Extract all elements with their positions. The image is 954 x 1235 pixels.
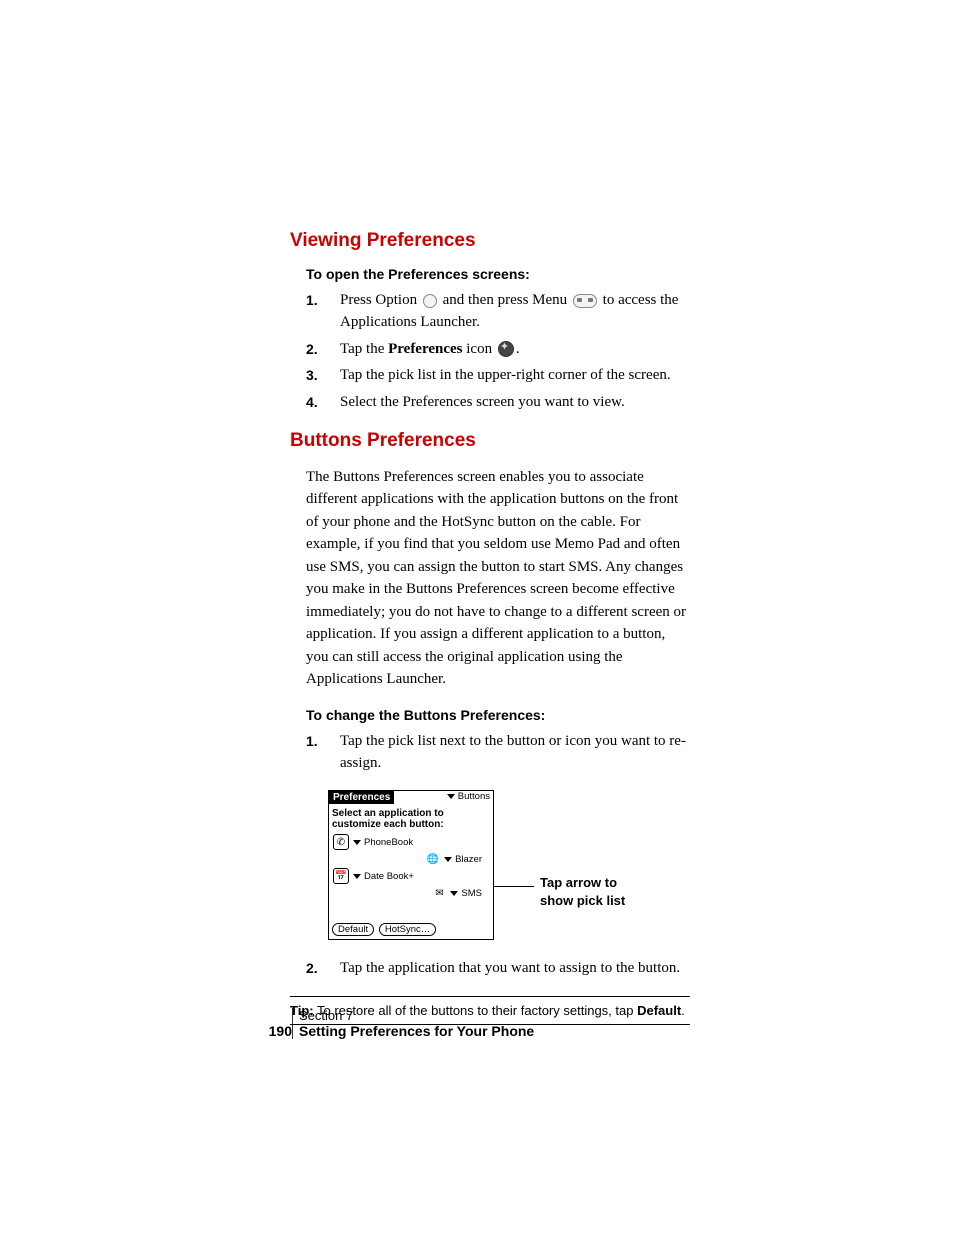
heading-buttons-preferences: Buttons Preferences xyxy=(290,430,690,452)
step-2: 2. Tap the Preferences icon . xyxy=(290,339,690,361)
step-4: 4. Select the Preferences screen you wan… xyxy=(290,392,690,414)
picklist-sms[interactable]: SMS xyxy=(450,888,485,899)
figure-buttons-screen: Preferences Buttons Select an applicatio… xyxy=(328,790,690,940)
picklist-label: Buttons xyxy=(458,791,490,802)
step-body: Press Option and then press Menu to acce… xyxy=(340,290,690,334)
picklist-datebook[interactable]: Date Book+ xyxy=(353,871,417,882)
text: and then press Menu xyxy=(443,292,571,308)
picklist-label: SMS xyxy=(461,888,482,899)
sms-icon: ✉ xyxy=(432,886,446,900)
step-body: Select the Preferences screen you want t… xyxy=(340,392,690,414)
steps-change-buttons: 1. Tap the pick list next to the button … xyxy=(290,731,690,775)
palm-row-phonebook: ✆ PhoneBook xyxy=(329,833,493,851)
steps-open-prefs: 1. Press Option and then press Menu to a… xyxy=(290,290,690,414)
callout-label: Tap arrow to show pick list xyxy=(540,874,650,909)
picklist-label: PhoneBook xyxy=(364,837,413,848)
chapter-title: Setting Preferences for Your Phone xyxy=(292,1023,534,1039)
globe-icon: 🌐 xyxy=(426,852,440,866)
step-body: Tap the application that you want to ass… xyxy=(340,958,690,980)
section-label: Section 7 xyxy=(292,1008,534,1023)
step-number: 4. xyxy=(290,392,340,412)
step-body: Tap the Preferences icon . xyxy=(340,339,690,361)
palm-row-sms: ✉ SMS xyxy=(329,885,493,901)
dropdown-arrow-icon xyxy=(353,874,361,879)
subheading-open-prefs: To open the Preferences screens: xyxy=(306,266,690,282)
step-number: 2. xyxy=(290,339,340,359)
palm-title: Preferences xyxy=(329,791,394,804)
step-body: Tap the pick list next to the button or … xyxy=(340,731,690,775)
palm-row-datebook: 📅 Date Book+ xyxy=(329,867,493,885)
picklist-label: Date Book+ xyxy=(364,871,414,882)
palm-instruction: Select an application to customize each … xyxy=(329,806,493,833)
palm-header: Preferences Buttons xyxy=(329,791,493,806)
text: icon xyxy=(463,341,496,357)
text: Tap the xyxy=(340,341,388,357)
dropdown-arrow-icon xyxy=(444,857,452,862)
palm-category-picklist[interactable]: Buttons xyxy=(447,791,493,802)
palm-screenshot: Preferences Buttons Select an applicatio… xyxy=(328,790,494,940)
palm-footer: Default HotSync… xyxy=(332,923,438,936)
preferences-icon xyxy=(498,341,514,357)
dropdown-arrow-icon xyxy=(450,891,458,896)
picklist-label: Blazer xyxy=(455,854,482,865)
tip-bold: Default xyxy=(637,1003,681,1018)
text: . xyxy=(516,341,520,357)
dropdown-arrow-icon xyxy=(353,840,361,845)
phone-icon: ✆ xyxy=(333,834,349,850)
heading-viewing-preferences: Viewing Preferences xyxy=(290,230,690,252)
picklist-blazer[interactable]: Blazer xyxy=(444,854,485,865)
callout-leader-line xyxy=(494,886,534,887)
page-footer: Section 7 190 Setting Preferences for Yo… xyxy=(262,1008,534,1039)
step-number: 1. xyxy=(290,290,340,310)
palm-row-blazer: 🌐 Blazer xyxy=(329,851,493,867)
datebook-icon: 📅 xyxy=(333,868,349,884)
steps-change-buttons-cont: 2. Tap the application that you want to … xyxy=(290,958,690,980)
default-button[interactable]: Default xyxy=(332,923,374,936)
step-number: 3. xyxy=(290,365,340,385)
step-3: 3. Tap the pick list in the upper-right … xyxy=(290,365,690,387)
hotsync-button[interactable]: HotSync… xyxy=(379,923,436,936)
text: Press Option xyxy=(340,292,421,308)
step-number: 2. xyxy=(290,958,340,978)
step-number: 1. xyxy=(290,731,340,751)
buttons-description: The Buttons Preferences screen enables y… xyxy=(306,466,690,691)
step-2: 2. Tap the application that you want to … xyxy=(290,958,690,980)
step-1: 1. Tap the pick list next to the button … xyxy=(290,731,690,775)
step-1: 1. Press Option and then press Menu to a… xyxy=(290,290,690,334)
tip-post: . xyxy=(681,1003,685,1018)
subheading-change-buttons: To change the Buttons Preferences: xyxy=(306,707,690,723)
dropdown-arrow-icon xyxy=(447,794,455,799)
menu-key-icon xyxy=(573,294,597,308)
text-bold: Preferences xyxy=(388,341,462,357)
picklist-phonebook[interactable]: PhoneBook xyxy=(353,837,416,848)
step-body: Tap the pick list in the upper-right cor… xyxy=(340,365,690,387)
page-number: 190 xyxy=(262,1023,292,1039)
option-key-icon xyxy=(423,294,437,308)
